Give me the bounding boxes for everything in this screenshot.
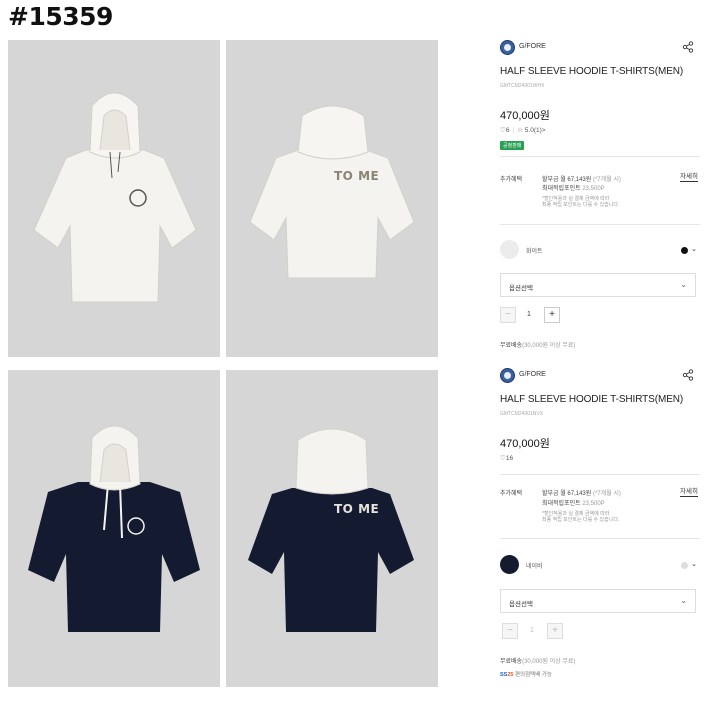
option-select-label: 옵션선택 xyxy=(509,285,533,292)
divider xyxy=(500,538,700,539)
brand-logo xyxy=(500,368,515,383)
brand-logo xyxy=(500,40,515,55)
back-print-white: TO ME xyxy=(334,169,379,183)
back-print-navy: TO ME xyxy=(334,502,379,516)
like-count: 16 xyxy=(505,455,514,462)
points-info: 최대적립포인트 23,500P xyxy=(542,498,605,507)
installment-text: 할부금 월 67,143원 xyxy=(542,491,592,497)
color-swatch-option[interactable] xyxy=(681,562,688,569)
color-chip-navy[interactable] xyxy=(500,555,519,574)
shipping-note: (30,000원 이상 무료) xyxy=(522,343,576,349)
chevron-down-icon: ⌄ xyxy=(680,596,687,605)
chevron-down-icon: ⌄ xyxy=(680,280,687,289)
color-chip-white[interactable] xyxy=(500,240,519,259)
benefit-label: 추가혜택 xyxy=(500,177,523,183)
option-select-label: 옵션선택 xyxy=(509,601,533,608)
points-note: *할인적용과 실 결제 금액에 따라 최종 적립 포인트는 다를 수 있습니다. xyxy=(542,511,619,523)
rating[interactable]: 5.0(1) xyxy=(525,127,542,134)
shipping-info: 무료배송(30,000원 이상 무료) xyxy=(500,656,575,665)
detail-link[interactable]: 자세히 xyxy=(680,173,698,182)
pay-logo: SS25 xyxy=(500,672,513,678)
color-name: 화이트 xyxy=(526,249,543,255)
qty-plus-button[interactable]: + xyxy=(547,623,563,639)
brand-row: G/FORE xyxy=(500,40,700,56)
product-price: 470,000원 xyxy=(500,438,550,450)
option-select[interactable]: 옵션선택 ⌄ xyxy=(500,589,696,613)
brand-name[interactable]: G/FORE xyxy=(519,371,546,378)
shipping-label: 무료배송 xyxy=(500,343,523,349)
share-icon[interactable] xyxy=(682,41,694,53)
qty-value: 1 xyxy=(527,311,531,318)
brand-name[interactable]: G/FORE xyxy=(519,43,546,50)
benefit-label: 추가혜택 xyxy=(500,491,523,497)
points-note: *할인적용과 실 결제 금액에 따라 최종 적립 포인트는 다를 수 있습니다. xyxy=(542,196,619,208)
shipping-info: 무료배송(30,000원 이상 무료) xyxy=(500,340,575,349)
shipping-note: (30,000원 이상 무료) xyxy=(522,659,576,665)
qty-value: 1 xyxy=(530,627,534,634)
rating-chevron[interactable]: > xyxy=(542,127,546,134)
like-count: 6 xyxy=(505,127,510,134)
meta-row: ♡6 | ☆ 5.0(1)> xyxy=(500,126,546,134)
divider xyxy=(500,474,700,475)
star-icon: ☆ xyxy=(517,127,523,134)
pay-logo-b: 25 xyxy=(507,672,514,678)
brand-row: G/FORE xyxy=(500,368,700,384)
page-id: #15359 xyxy=(8,2,113,31)
qty-minus-button[interactable]: − xyxy=(502,623,518,639)
product-title: HALF SLEEVE HOODIE T-SHIRTS(MEN) xyxy=(500,66,684,77)
points-label: 최대적립포인트 xyxy=(542,501,581,507)
white-hoodie-back-photo[interactable]: TO ME xyxy=(226,40,438,357)
status-badge: 공정판매 xyxy=(500,141,525,150)
navy-hoodie-back-photo[interactable]: TO ME xyxy=(226,370,438,687)
shipping-label: 무료배송 xyxy=(500,659,523,665)
detail-link[interactable]: 자세히 xyxy=(680,488,698,497)
points-value: 23,500P xyxy=(582,186,605,192)
installment-info: 할부금 월 67,143원 (*7개월 시) xyxy=(542,488,621,497)
points-note-line: 최종 적립 포인트는 다를 수 있습니다. xyxy=(542,202,620,208)
points-note-line: 최종 적립 포인트는 다를 수 있습니다. xyxy=(542,517,620,523)
product-title: HALF SLEEVE HOODIE T-SHIRTS(MEN) xyxy=(500,394,684,405)
product-price: 470,000원 xyxy=(500,110,550,122)
white-hoodie-front-photo[interactable] xyxy=(8,40,220,357)
color-swatch-selected[interactable] xyxy=(681,247,688,254)
chevron-down-icon[interactable]: ⌄ xyxy=(691,560,697,568)
product-sku: GMTCM24001NVX xyxy=(500,411,544,417)
qty-minus-button[interactable]: − xyxy=(500,307,516,323)
qty-plus-button[interactable]: + xyxy=(544,307,560,323)
points-value: 23,500P xyxy=(582,501,605,507)
pay-option: SS25 편의점택배 가능 xyxy=(500,670,552,678)
installment-info: 할부금 월 67,143원 (*7개월 시) xyxy=(542,174,621,183)
product-panel-white: G/FORE HALF SLEEVE HOODIE T-SHIRTS(MEN) … xyxy=(500,40,700,358)
divider xyxy=(500,224,700,225)
installment-note: (*7개월 시) xyxy=(592,491,621,497)
pay-note: 편의점택배 가능 xyxy=(515,672,552,678)
color-name: 네이비 xyxy=(526,564,543,570)
product-sku: GMTCM24001WHX xyxy=(500,83,545,89)
divider xyxy=(500,156,700,157)
option-select[interactable]: 옵션선택 ⌄ xyxy=(500,273,696,297)
navy-hoodie-front-photo[interactable] xyxy=(8,370,220,687)
meta-separator: | xyxy=(512,127,515,134)
product-panel-navy: G/FORE HALF SLEEVE HOODIE T-SHIRTS(MEN) … xyxy=(500,368,700,688)
chevron-down-icon[interactable]: ⌄ xyxy=(691,245,697,253)
meta-row: ♡16 xyxy=(500,454,513,462)
points-label: 최대적립포인트 xyxy=(542,186,581,192)
points-info: 최대적립포인트 23,500P xyxy=(542,183,605,192)
share-icon[interactable] xyxy=(682,369,694,381)
